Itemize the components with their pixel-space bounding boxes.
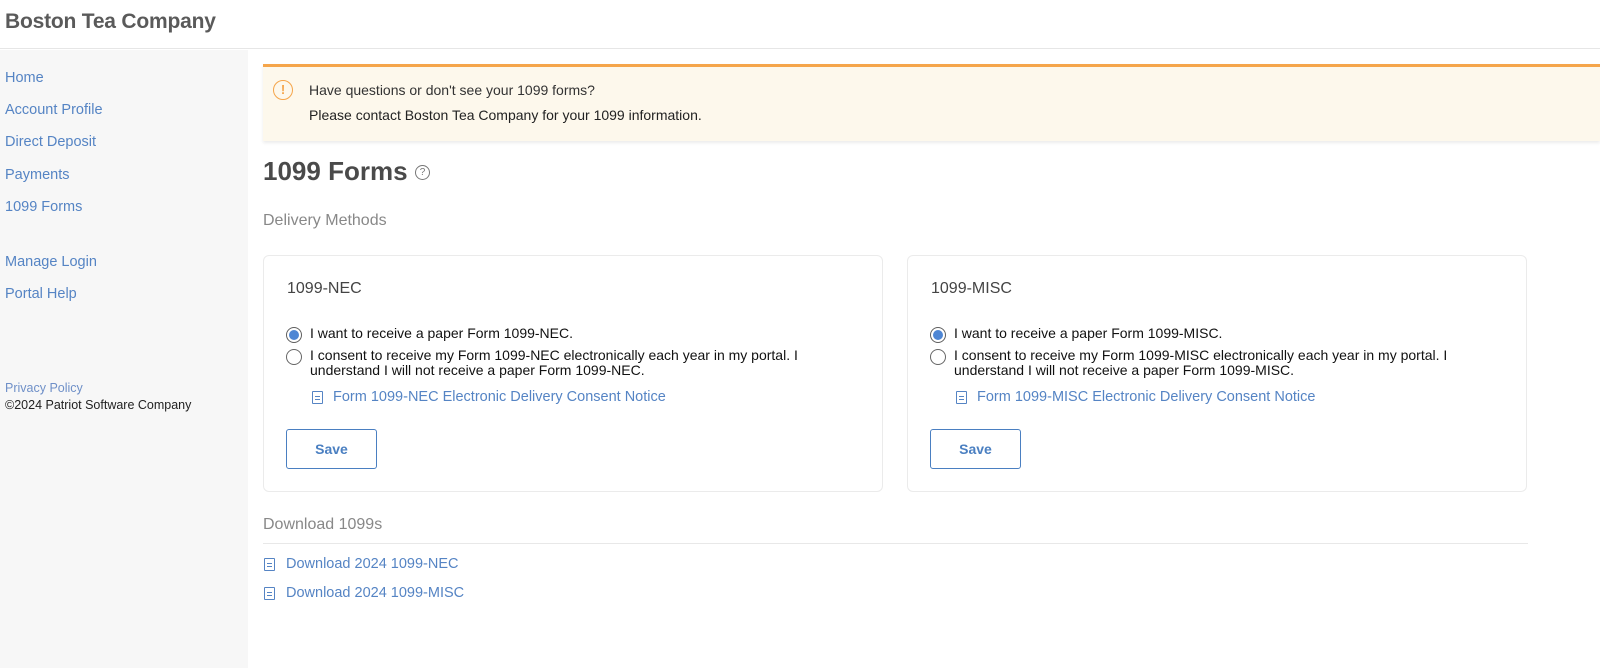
radio-button[interactable] (286, 349, 302, 365)
radio-electronic-1099-misc[interactable]: I consent to receive my Form 1099-MISC e… (930, 348, 1494, 378)
download-1099-nec-link[interactable]: Download 2024 1099-NEC (264, 556, 459, 572)
download-1099-misc-link[interactable]: Download 2024 1099-MISC (264, 585, 464, 601)
alert-body: Please contact Boston Tea Company for yo… (309, 107, 702, 123)
company-name: Boston Tea Company (5, 10, 216, 33)
privacy-policy-link[interactable]: Privacy Policy (5, 381, 83, 395)
delivery-methods-heading: Delivery Methods (263, 212, 387, 229)
consent-notice-link-1099-misc[interactable]: Form 1099-MISC Electronic Delivery Conse… (956, 389, 1315, 405)
page-title: 1099 Forms (263, 156, 408, 186)
radio-button-checked[interactable] (286, 327, 302, 343)
card-1099-nec: 1099-NEC I want to receive a paper Form … (263, 255, 883, 492)
radio-label: I want to receive a paper Form 1099-NEC. (310, 325, 574, 341)
top-bar: Boston Tea Company (0, 0, 1600, 49)
save-button-1099-misc[interactable]: Save (930, 429, 1021, 469)
sidebar-item-1099-forms[interactable]: 1099 Forms (5, 199, 82, 215)
sidebar-item-direct-deposit[interactable]: Direct Deposit (5, 134, 96, 150)
radio-button[interactable] (930, 349, 946, 365)
document-icon (264, 557, 275, 571)
radio-label: I want to receive a paper Form 1099-MISC… (954, 325, 1223, 341)
document-icon (312, 390, 323, 404)
alert-title: Have questions or don't see your 1099 fo… (309, 82, 595, 98)
section-divider (263, 543, 1528, 544)
link-label: Download 2024 1099-NEC (286, 556, 459, 572)
radio-paper-1099-nec[interactable]: I want to receive a paper Form 1099-NEC. (286, 326, 850, 343)
card-title: 1099-NEC (287, 280, 362, 297)
exclamation-circle-icon: ! (273, 80, 293, 100)
radio-label: I consent to receive my Form 1099-NEC el… (310, 347, 798, 378)
help-icon[interactable]: ? (415, 165, 430, 180)
radio-paper-1099-misc[interactable]: I want to receive a paper Form 1099-MISC… (930, 326, 1494, 343)
document-icon (956, 390, 967, 404)
link-label: Form 1099-MISC Electronic Delivery Conse… (977, 389, 1316, 405)
info-alert: ! Have questions or don't see your 1099 … (263, 64, 1600, 141)
document-icon (264, 586, 275, 600)
radio-label: I consent to receive my Form 1099-MISC e… (954, 347, 1448, 378)
download-1099s-heading: Download 1099s (263, 516, 383, 533)
sidebar-item-home[interactable]: Home (5, 70, 44, 86)
card-title: 1099-MISC (931, 280, 1012, 297)
copyright: ©2024 Patriot Software Company (5, 398, 192, 412)
sidebar: Home Account Profile Direct Deposit Paym… (0, 50, 248, 668)
sidebar-item-portal-help[interactable]: Portal Help (5, 286, 77, 302)
card-1099-misc: 1099-MISC I want to receive a paper Form… (907, 255, 1527, 492)
sidebar-item-manage-login[interactable]: Manage Login (5, 254, 97, 270)
sidebar-item-account-profile[interactable]: Account Profile (5, 102, 103, 118)
save-button-1099-nec[interactable]: Save (286, 429, 377, 469)
radio-electronic-1099-nec[interactable]: I consent to receive my Form 1099-NEC el… (286, 348, 850, 378)
radio-button-checked[interactable] (930, 327, 946, 343)
link-label: Download 2024 1099-MISC (286, 585, 465, 601)
sidebar-item-payments[interactable]: Payments (5, 167, 69, 183)
consent-notice-link-1099-nec[interactable]: Form 1099-NEC Electronic Delivery Consen… (312, 389, 666, 405)
link-label: Form 1099-NEC Electronic Delivery Consen… (333, 389, 666, 405)
